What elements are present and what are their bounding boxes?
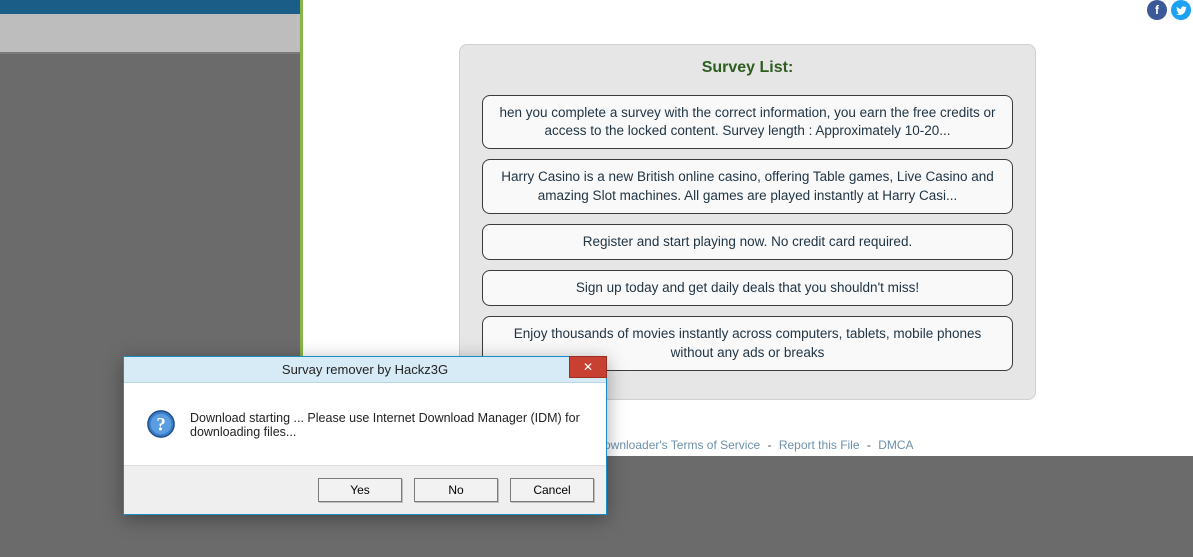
left-header-strip: [0, 0, 303, 54]
close-button[interactable]: ✕: [569, 356, 607, 378]
dialog-title-text: Survay remover by Hackz3G: [282, 362, 448, 377]
twitter-icon[interactable]: [1171, 0, 1191, 20]
survey-list-panel: Survey List: hen you complete a survey w…: [459, 44, 1036, 400]
facebook-icon[interactable]: f: [1147, 0, 1167, 20]
report-link[interactable]: Report this File: [779, 438, 860, 452]
survey-list-title: Survey List:: [482, 59, 1013, 77]
survey-item[interactable]: Sign up today and get daily deals that y…: [482, 270, 1013, 306]
dmca-link[interactable]: DMCA: [878, 438, 913, 452]
social-icons: f: [1147, 0, 1191, 20]
dialog-button-row: Yes No Cancel: [124, 465, 606, 514]
cancel-button[interactable]: Cancel: [510, 478, 594, 502]
footer-sep: -: [867, 438, 871, 452]
survey-item[interactable]: hen you complete a survey with the corre…: [482, 95, 1013, 149]
yes-button[interactable]: Yes: [318, 478, 402, 502]
no-button[interactable]: No: [414, 478, 498, 502]
survey-item[interactable]: Harry Casino is a new British online cas…: [482, 159, 1013, 213]
svg-text:?: ?: [156, 415, 165, 436]
survey-item[interactable]: Register and start playing now. No credi…: [482, 224, 1013, 260]
question-icon: ?: [146, 409, 176, 439]
footer-links: ownloader's Terms of Service - Report th…: [604, 438, 914, 452]
tos-link[interactable]: ownloader's Terms of Service: [604, 438, 760, 452]
footer-sep: -: [767, 438, 771, 452]
dialog-window: Survay remover by Hackz3G ✕ ? Download s…: [123, 356, 607, 515]
dialog-titlebar[interactable]: Survay remover by Hackz3G ✕: [124, 357, 606, 383]
dialog-message: Download starting ... Please use Interne…: [190, 409, 586, 439]
dialog-body: ? Download starting ... Please use Inter…: [124, 383, 606, 465]
